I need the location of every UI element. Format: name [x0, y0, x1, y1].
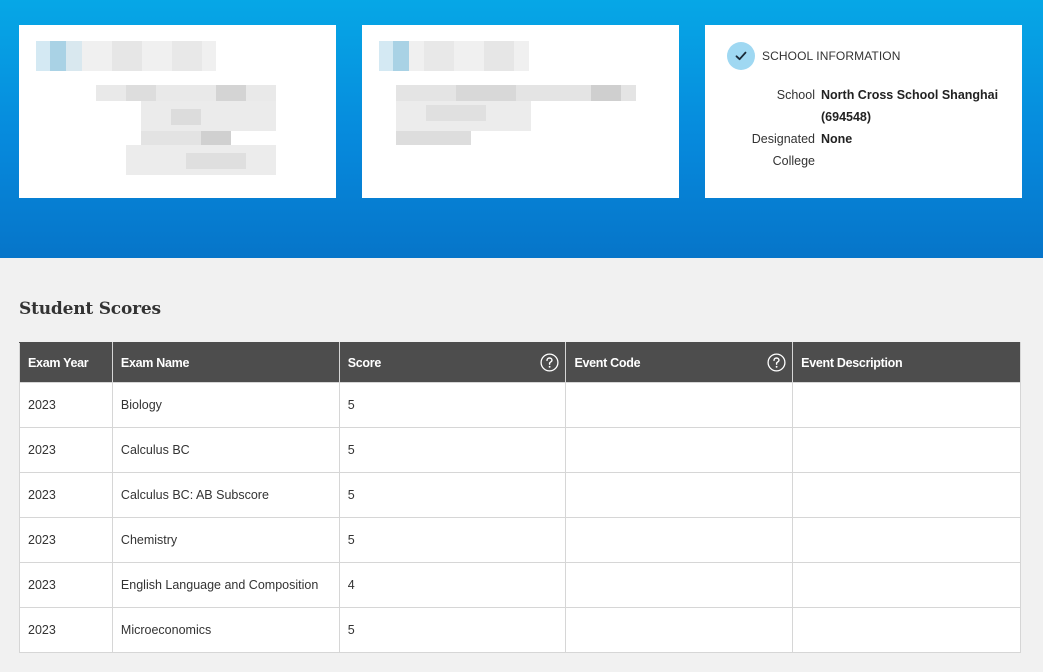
event-description-cell — [792, 517, 1021, 563]
scores-table: Exam Year Exam Name Score Event Code Eve… — [19, 342, 1021, 653]
table-row: 2023 Calculus BC: AB Subscore 5 — [19, 472, 1021, 518]
redacted-text — [396, 85, 636, 147]
event-code-cell — [565, 562, 794, 608]
exam-name-cell: Microeconomics — [111, 607, 340, 653]
exam-year-cell: 2023 — [19, 427, 113, 473]
column-header-score: Score — [338, 342, 567, 383]
redacted-heading — [36, 41, 216, 71]
school-value: North Cross School Shanghai (694548) — [821, 84, 998, 128]
event-description-cell — [792, 562, 1021, 608]
exam-name-cell: Calculus BC: AB Subscore — [111, 472, 340, 518]
column-header-label: Score — [347, 355, 382, 370]
score-cell: 5 — [338, 607, 567, 653]
table-row: 2023 Microeconomics 5 — [19, 607, 1021, 653]
event-description-cell — [792, 427, 1021, 473]
designated-college-value: None — [821, 132, 853, 146]
exam-year-cell: 2023 — [19, 562, 113, 608]
school-information-card: SCHOOL INFORMATION School North Cross Sc… — [705, 25, 1022, 198]
designated-college-label: Designated College — [705, 128, 815, 172]
table-row: 2023 Calculus BC 5 — [19, 427, 1021, 473]
check-icon — [727, 42, 755, 70]
event-code-cell — [565, 472, 794, 518]
redacted-heading — [379, 41, 529, 71]
table-row: 2023 Biology 5 — [19, 382, 1021, 428]
exam-name-cell: Calculus BC — [111, 427, 340, 473]
exam-year-cell: 2023 — [19, 517, 113, 563]
exam-name-cell: Chemistry — [111, 517, 340, 563]
column-header-label: Exam Year — [28, 355, 89, 370]
column-header-event-code: Event Code — [565, 342, 794, 383]
column-header-event-description: Event Description — [792, 342, 1021, 383]
table-row: 2023 Chemistry 5 — [19, 517, 1021, 563]
contact-info-card — [362, 25, 679, 198]
event-code-cell — [565, 517, 794, 563]
school-code: (694548) — [821, 110, 872, 124]
student-info-card — [19, 25, 336, 198]
student-scores-title: Student Scores — [19, 299, 161, 319]
column-header-label: Event Code — [574, 355, 641, 370]
designated-college-label-line1: Designated — [751, 132, 815, 146]
school-name: North Cross School Shanghai — [821, 88, 999, 102]
event-code-cell — [565, 427, 794, 473]
card-heading: SCHOOL INFORMATION — [762, 49, 901, 63]
column-header-label: Event Description — [801, 355, 903, 370]
exam-name-cell: Biology — [111, 382, 340, 428]
score-cell: 4 — [338, 562, 567, 608]
event-description-cell — [792, 607, 1021, 653]
designated-college-label-line2: College — [772, 154, 815, 168]
exam-name-cell: English Language and Composition — [111, 562, 340, 608]
event-description-cell — [792, 382, 1021, 428]
event-description-cell — [792, 472, 1021, 518]
score-cell: 5 — [338, 472, 567, 518]
question-circle-icon[interactable] — [767, 353, 786, 372]
exam-year-cell: 2023 — [19, 382, 113, 428]
column-header-exam-name: Exam Name — [111, 342, 340, 383]
school-label: School — [776, 88, 815, 102]
event-code-cell — [565, 382, 794, 428]
column-header-exam-year: Exam Year — [19, 342, 113, 383]
table-row: 2023 English Language and Composition 4 — [19, 562, 1021, 608]
score-cell: 5 — [338, 382, 567, 428]
score-cell: 5 — [338, 517, 567, 563]
column-header-label: Exam Name — [120, 355, 190, 370]
redacted-text — [96, 85, 276, 177]
event-code-cell — [565, 607, 794, 653]
exam-year-cell: 2023 — [19, 472, 113, 518]
exam-year-cell: 2023 — [19, 607, 113, 653]
score-cell: 5 — [338, 427, 567, 473]
table-header-row: Exam Year Exam Name Score Event Code Eve… — [19, 342, 1021, 383]
question-circle-icon[interactable] — [540, 353, 560, 372]
